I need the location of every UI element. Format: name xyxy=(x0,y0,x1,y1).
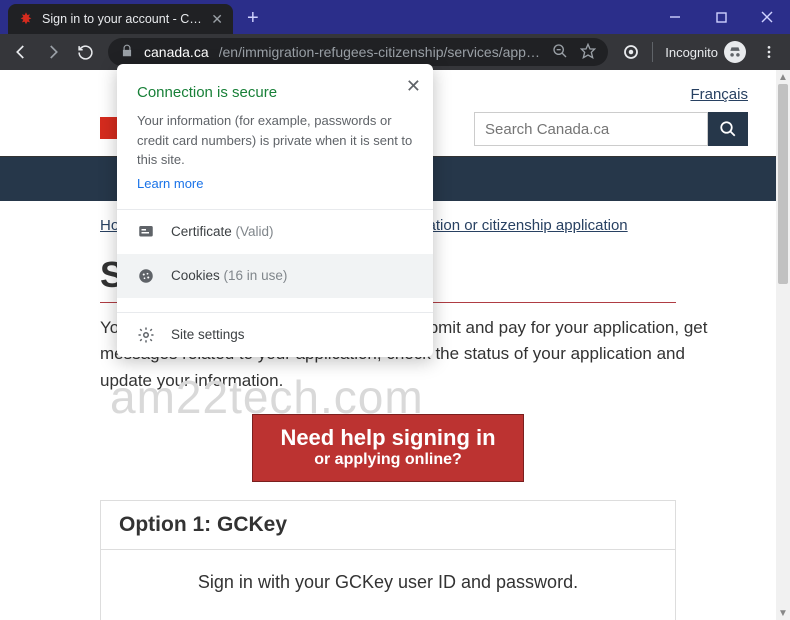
url-path: /en/immigration-refugees-citizenship/ser… xyxy=(219,44,540,60)
browser-tab[interactable]: Sign in to your account - Canada ✕ xyxy=(8,4,233,34)
popover-close-icon[interactable]: ✕ xyxy=(406,76,421,97)
certificate-row[interactable]: Certificate (Valid) xyxy=(117,210,433,254)
minimize-button[interactable] xyxy=(652,0,698,34)
popover-desc: Your information (for example, passwords… xyxy=(137,111,413,170)
browser-titlebar: Sign in to your account - Canada ✕ + xyxy=(0,0,790,34)
incognito-icon xyxy=(724,41,746,63)
certificate-icon xyxy=(137,223,155,241)
help-signing-in-banner[interactable]: Need help signing in or applying online? xyxy=(252,414,524,482)
gckey-panel-desc: Sign in with your GCKey user ID and pass… xyxy=(119,572,657,593)
scroll-up-icon[interactable]: ▲ xyxy=(776,70,790,84)
cookies-row[interactable]: Cookies (16 in use) xyxy=(117,254,433,298)
toolbar-divider xyxy=(652,42,653,62)
bookmark-icon[interactable] xyxy=(580,43,596,62)
language-link[interactable]: Français xyxy=(690,86,748,103)
search-input[interactable] xyxy=(474,112,708,146)
gckey-panel: Option 1: GCKey Sign in with your GCKey … xyxy=(100,500,676,620)
help-line2: or applying online? xyxy=(267,451,509,469)
reload-button[interactable] xyxy=(70,37,100,67)
scroll-thumb[interactable] xyxy=(778,84,788,284)
forward-button[interactable] xyxy=(38,37,68,67)
window-controls xyxy=(652,0,790,34)
kebab-menu-icon[interactable] xyxy=(754,37,784,67)
address-bar[interactable]: canada.ca/en/immigration-refugees-citize… xyxy=(108,38,608,66)
tab-close-icon[interactable]: ✕ xyxy=(211,11,223,28)
incognito-label: Incognito xyxy=(665,45,718,60)
site-settings-row[interactable]: Site settings xyxy=(117,313,433,357)
breadcrumb-current[interactable]: ation or citizenship application xyxy=(428,217,628,234)
cookie-icon xyxy=(137,267,155,285)
help-line1: Need help signing in xyxy=(267,425,509,451)
scrollbar[interactable]: ▲ ▼ xyxy=(776,70,790,620)
gckey-panel-title: Option 1: GCKey xyxy=(101,501,675,550)
close-window-button[interactable] xyxy=(744,0,790,34)
popover-learn-more[interactable]: Learn more xyxy=(137,176,203,191)
search-button[interactable] xyxy=(708,112,748,146)
maximize-button[interactable] xyxy=(698,0,744,34)
search-icon xyxy=(719,120,737,138)
popover-title: Connection is secure xyxy=(137,84,413,101)
url-host: canada.ca xyxy=(144,44,209,60)
tab-title: Sign in to your account - Canada xyxy=(42,12,203,26)
gear-icon xyxy=(137,326,155,344)
incognito-indicator[interactable]: Incognito xyxy=(659,41,752,63)
new-tab-button[interactable]: + xyxy=(233,7,273,34)
lock-icon[interactable] xyxy=(120,44,134,61)
maple-leaf-icon xyxy=(18,11,34,27)
back-button[interactable] xyxy=(6,37,36,67)
site-security-popover: ✕ Connection is secure Your information … xyxy=(117,64,433,357)
extension-icon[interactable] xyxy=(616,37,646,67)
scroll-down-icon[interactable]: ▼ xyxy=(776,606,790,620)
zoom-icon[interactable] xyxy=(552,43,568,62)
